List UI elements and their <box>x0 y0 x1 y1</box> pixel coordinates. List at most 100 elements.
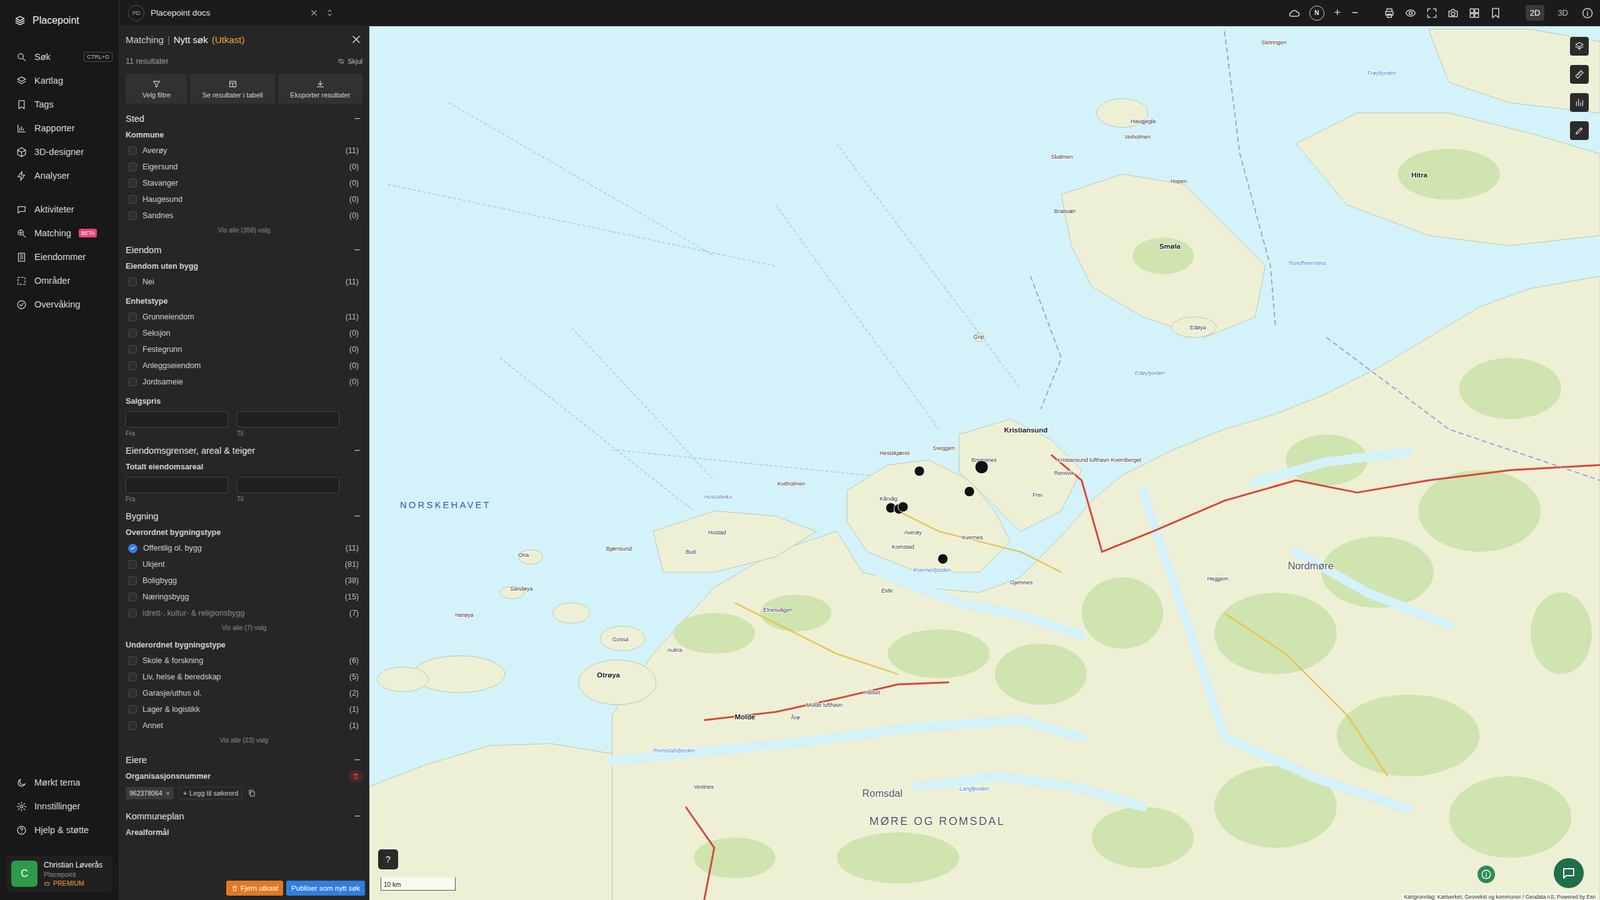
nav-item[interactable]: Overvåking <box>0 292 119 317</box>
filter-option[interactable]: Liv, helse & beredskap(5) <box>125 668 363 685</box>
show-all-link[interactable]: Vis alle (23) valg <box>125 733 363 747</box>
filter-option[interactable]: Festegrunn(0) <box>125 341 363 358</box>
checkbox[interactable] <box>128 608 137 618</box>
nav-item[interactable]: Tags <box>0 92 119 117</box>
map-tool-button[interactable] <box>1570 65 1589 84</box>
filter-option[interactable]: Stavanger(0) <box>125 175 363 192</box>
print-icon[interactable] <box>1383 6 1396 20</box>
to-input[interactable] <box>236 411 340 428</box>
map-canvas[interactable]: NORSKEHAVETMØRE OG ROMSDALRomsdalNordmør… <box>369 26 1600 900</box>
filter-option[interactable]: Anleggseiendom(0) <box>125 357 363 374</box>
collapse-toggle[interactable]: − <box>354 113 363 125</box>
checkbox[interactable] <box>128 576 137 585</box>
publish-button[interactable]: Publiser som nytt søk <box>286 880 365 896</box>
map-tool-button[interactable] <box>1570 36 1589 56</box>
collapse-toggle[interactable]: − <box>354 244 363 256</box>
action-button[interactable]: Velg filtre <box>125 73 187 104</box>
from-input[interactable] <box>125 411 229 428</box>
nav-item[interactable]: Rapporter <box>0 116 119 140</box>
nav-item[interactable]: MatchingBETA <box>0 221 119 245</box>
checkbox[interactable] <box>128 543 138 554</box>
show-all-link[interactable]: Vis alle (358) valg <box>125 223 363 237</box>
collapse-toggle[interactable]: − <box>354 445 363 457</box>
eye-icon[interactable] <box>1404 6 1417 20</box>
filter-option[interactable]: Lager & logistikk(1) <box>125 701 363 718</box>
view-toggle[interactable]: 3D <box>1553 5 1573 21</box>
close-icon[interactable] <box>350 33 363 46</box>
updown-icon[interactable] <box>325 8 335 18</box>
nav-item[interactable]: Mørkt tema <box>0 770 119 795</box>
hide-button[interactable]: Skjul <box>337 57 363 65</box>
view-toggle[interactable]: 2D <box>1525 5 1545 21</box>
result-pin[interactable] <box>975 460 989 474</box>
nav-item[interactable]: SøkCTRL+G <box>0 45 119 69</box>
checkbox[interactable] <box>128 361 137 370</box>
checkbox[interactable] <box>128 277 137 287</box>
nav-item[interactable]: Innstillinger <box>0 794 119 819</box>
checkbox[interactable] <box>128 672 137 682</box>
map-tool-button[interactable] <box>1570 121 1589 140</box>
info-button[interactable] <box>1477 865 1495 884</box>
section-header[interactable]: Eiendomsgrenser, areal & teiger− <box>125 441 363 460</box>
breadcrumb[interactable]: Matching <box>125 34 164 45</box>
show-all-link[interactable]: Vis alle (7) valg <box>125 621 363 634</box>
section-header[interactable]: Eiere− <box>125 751 363 769</box>
info-icon[interactable] <box>1581 6 1594 20</box>
clear-icon[interactable] <box>309 8 319 18</box>
result-pin[interactable] <box>937 553 948 564</box>
checkbox[interactable] <box>128 345 137 354</box>
checkbox[interactable] <box>128 377 137 387</box>
section-header[interactable]: Kommuneplan− <box>125 807 363 825</box>
collapse-toggle[interactable]: − <box>354 754 363 766</box>
checkbox[interactable] <box>128 195 137 204</box>
filter-option[interactable]: Næringsbygg(15) <box>125 588 363 605</box>
delete-button[interactable] <box>348 770 363 782</box>
zoom-out-button[interactable]: − <box>1350 6 1360 20</box>
collapse-toggle[interactable]: − <box>354 810 363 822</box>
chat-button[interactable] <box>1553 858 1584 889</box>
filter-option[interactable]: Sandnes(0) <box>125 207 363 224</box>
filter-option[interactable]: Annet(1) <box>125 717 363 734</box>
checkbox[interactable] <box>128 211 137 220</box>
checkbox[interactable] <box>128 721 137 730</box>
filter-option[interactable]: Garasje/uthus ol.(2) <box>125 685 363 702</box>
result-pin[interactable] <box>914 466 925 477</box>
bookmark-icon[interactable] <box>1489 6 1502 20</box>
full-icon[interactable] <box>1425 6 1439 20</box>
checkbox[interactable] <box>128 656 137 665</box>
filter-option[interactable]: Idrett-, kultur- & religionsbygg(7) <box>125 605 363 622</box>
checkbox[interactable] <box>128 328 137 338</box>
filter-option[interactable]: Boligbygg(38) <box>125 572 363 589</box>
nav-item[interactable]: 3D-designer <box>0 140 119 164</box>
section-header[interactable]: Bygning− <box>125 507 363 525</box>
result-pin[interactable] <box>964 486 975 497</box>
nav-item[interactable]: Hjelp & støtte <box>0 818 119 842</box>
workspace-selector[interactable]: PDPlacepoint docs <box>128 5 335 22</box>
filter-option[interactable]: Ukjent(81) <box>125 556 363 573</box>
logo[interactable]: Placepoint <box>0 12 119 29</box>
filter-option[interactable]: Skole & forskning(6) <box>125 652 363 669</box>
checkbox[interactable] <box>128 146 137 155</box>
filter-option[interactable]: Nei(11) <box>125 273 363 290</box>
collapse-toggle[interactable]: − <box>354 510 363 522</box>
filter-option[interactable]: Haugesund(0) <box>125 191 363 208</box>
nav-item[interactable]: Aktiviteter <box>0 197 119 222</box>
checkbox[interactable] <box>128 162 137 172</box>
checkbox[interactable] <box>128 688 137 698</box>
compass-button[interactable]: N <box>1309 5 1325 21</box>
to-input[interactable] <box>236 476 340 494</box>
discard-button[interactable]: Fjern utkast <box>226 880 284 896</box>
user-card[interactable]: CChristian LøveråsPlacepointPREMIUM <box>6 855 113 892</box>
filter-option[interactable]: Grunneiendom(11) <box>125 308 363 325</box>
filter-option[interactable]: Offentlig ol. bygg(11) <box>125 540 363 557</box>
nav-item[interactable]: Områder <box>0 268 119 293</box>
nav-item[interactable]: Kartlag <box>0 68 119 93</box>
map-help-button[interactable]: ? <box>378 849 399 870</box>
nav-item[interactable]: Analyser <box>0 163 119 188</box>
map-tool-button[interactable] <box>1570 93 1589 112</box>
checkbox[interactable] <box>128 705 137 714</box>
section-header[interactable]: Eiendom− <box>125 241 363 259</box>
filter-option[interactable]: Averøy(11) <box>125 142 363 159</box>
add-keyword[interactable]: +Legg til søkeord <box>178 786 244 800</box>
filter-option[interactable]: Seksjon(0) <box>125 325 363 342</box>
